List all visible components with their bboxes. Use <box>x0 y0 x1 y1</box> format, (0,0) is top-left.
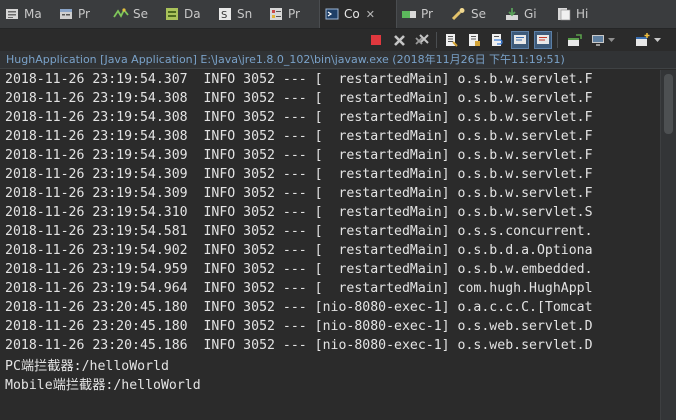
problems-icon <box>268 6 284 22</box>
servers-icon <box>113 6 129 22</box>
console-line: 2018-11-26 23:20:45.180 INFO 3052 --- [n… <box>5 300 593 315</box>
terminate-icon <box>371 35 381 45</box>
search-icon <box>451 6 467 22</box>
scroll-lock-icon <box>469 34 480 46</box>
chevron-down-icon <box>607 37 615 42</box>
console-view: Ma Pr Se Da S Sn Pr Co ✕ Pr Se Gi Hi Hug… <box>0 0 676 420</box>
open-console-button[interactable] <box>633 31 651 49</box>
tab-servers[interactable]: Se <box>109 0 160 28</box>
console-line: 2018-11-26 23:19:54.309 INFO 3052 --- [ … <box>5 148 593 163</box>
tab-label: Gi <box>524 7 537 21</box>
console-output[interactable]: 2018-11-26 23:19:54.307 INFO 3052 --- [ … <box>0 70 660 420</box>
tab-snippets[interactable]: S Sn <box>213 0 264 28</box>
console-line: 2018-11-26 23:19:54.309 INFO 3052 --- [ … <box>5 186 593 201</box>
console-line: 2018-11-26 23:20:45.180 INFO 3052 --- [n… <box>5 319 593 334</box>
new-console-icon <box>635 33 649 46</box>
console-line: 2018-11-26 23:20:45.186 INFO 3052 --- [n… <box>5 338 593 353</box>
word-wrap-icon <box>492 34 503 46</box>
console-line: 2018-11-26 23:19:54.964 INFO 3052 --- [ … <box>5 281 593 296</box>
show-on-stdout-button[interactable] <box>511 31 529 49</box>
remove-all-terminated-icon <box>414 34 429 45</box>
tab-console[interactable]: Co ✕ <box>319 0 397 28</box>
tab-data-source-explorer[interactable]: Da <box>160 0 213 28</box>
show-stderr-icon <box>537 35 549 44</box>
console-line: 2018-11-26 23:19:54.309 INFO 3052 --- [ … <box>5 167 593 182</box>
console-line: 2018-11-26 23:19:54.959 INFO 3052 --- [ … <box>5 262 593 277</box>
toolbar-separator <box>557 32 558 48</box>
tab-properties[interactable]: Pr <box>54 0 109 28</box>
history-icon <box>556 6 572 22</box>
tab-label: Pr <box>78 7 90 21</box>
tab-history[interactable]: Hi <box>552 0 602 28</box>
tab-label: Da <box>184 7 201 21</box>
display-console-button[interactable] <box>589 31 607 49</box>
vertical-scrollbar[interactable] <box>660 70 676 420</box>
show-stdout-icon <box>514 35 526 44</box>
terminate-button[interactable] <box>367 31 385 49</box>
git-staging-icon <box>504 6 520 22</box>
tab-label: Pr <box>421 7 433 21</box>
data-source-explorer-icon <box>164 6 180 22</box>
tab-progress[interactable]: Pr <box>397 0 447 28</box>
tab-search[interactable]: Se <box>447 0 500 28</box>
tab-git-staging[interactable]: Gi <box>500 0 552 28</box>
console-line: 2018-11-26 23:19:54.902 INFO 3052 --- [ … <box>5 243 593 258</box>
display-console-dropdown[interactable] <box>606 31 616 49</box>
word-wrap-button[interactable] <box>488 31 506 49</box>
console-line: 2018-11-26 23:19:54.310 INFO 3052 --- [ … <box>5 205 593 220</box>
chevron-down-icon <box>653 37 661 42</box>
console-icon <box>324 6 340 22</box>
toolbar-separator <box>436 32 437 48</box>
console-line: 2018-11-26 23:19:54.581 INFO 3052 --- [ … <box>5 224 593 239</box>
console-line: PC端拦截器:/helloWorld <box>5 359 169 374</box>
monitor-icon <box>592 34 604 46</box>
scrollbar-thumb[interactable] <box>664 74 673 134</box>
show-on-stderr-button[interactable] <box>534 31 552 49</box>
open-console-dropdown[interactable] <box>652 31 662 49</box>
clear-console-button[interactable] <box>442 31 460 49</box>
properties-icon <box>58 6 74 22</box>
launch-description: HughApplication [Java Application] E:\Ja… <box>0 51 676 69</box>
pin-icon <box>567 33 582 46</box>
remove-launch-icon <box>393 34 405 46</box>
console-toolbar <box>0 29 676 51</box>
markers-icon <box>4 6 20 22</box>
tab-label: Se <box>133 7 148 21</box>
console-line: 2018-11-26 23:19:54.307 INFO 3052 --- [ … <box>5 72 593 87</box>
tab-label: Pr <box>288 7 300 21</box>
tab-label: Co <box>344 7 360 21</box>
remove-all-terminated-button[interactable] <box>413 31 431 49</box>
progress-icon <box>401 6 417 22</box>
tab-label: Ma <box>24 7 42 21</box>
remove-launch-button[interactable] <box>390 31 408 49</box>
console-line: 2018-11-26 23:19:54.308 INFO 3052 --- [ … <box>5 110 593 125</box>
tab-label: Sn <box>237 7 253 21</box>
console-line: 2018-11-26 23:19:54.308 INFO 3052 --- [ … <box>5 91 593 106</box>
scroll-lock-button[interactable] <box>465 31 483 49</box>
tab-label: Se <box>471 7 486 21</box>
close-icon[interactable]: ✕ <box>366 8 375 21</box>
view-tab-bar: Ma Pr Se Da S Sn Pr Co ✕ Pr Se Gi Hi <box>0 0 676 29</box>
tab-label: Hi <box>576 7 589 21</box>
pin-console-button[interactable] <box>565 31 583 49</box>
console-line: 2018-11-26 23:19:54.308 INFO 3052 --- [ … <box>5 129 593 144</box>
clear-console-icon <box>446 34 458 47</box>
console-line: Mobile端拦截器:/helloWorld <box>5 378 201 393</box>
tab-markers[interactable]: Ma <box>0 0 54 28</box>
snippets-icon: S <box>217 6 233 22</box>
svg-text:S: S <box>221 10 227 21</box>
tab-problems[interactable]: Pr <box>264 0 319 28</box>
